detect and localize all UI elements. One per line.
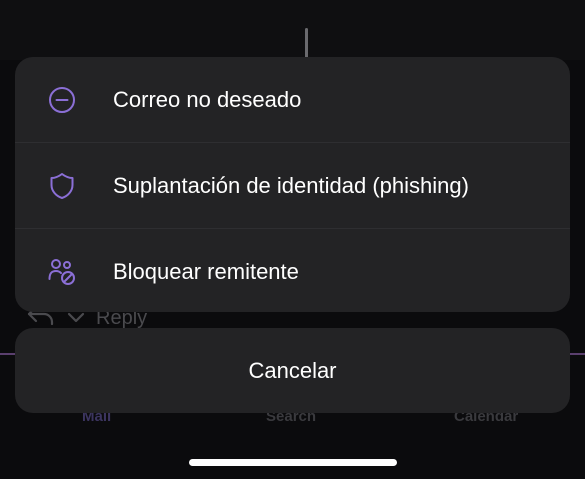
background-accent-line-left	[0, 353, 16, 355]
cancel-button[interactable]: Cancelar	[15, 328, 570, 413]
minus-circle-icon	[47, 85, 77, 115]
sheet-item-block-sender[interactable]: Bloquear remitente	[15, 228, 570, 312]
action-sheet: Correo no deseado Suplantación de identi…	[15, 57, 570, 312]
background-accent-line-right	[569, 353, 585, 355]
shield-icon	[47, 171, 77, 201]
background-header	[0, 0, 585, 60]
block-person-icon	[47, 257, 77, 287]
sheet-item-phishing[interactable]: Suplantación de identidad (phishing)	[15, 142, 570, 228]
sheet-item-label: Correo no deseado	[113, 86, 302, 112]
sheet-item-junk[interactable]: Correo no deseado	[15, 57, 570, 142]
sheet-item-label: Suplantación de identidad (phishing)	[113, 172, 469, 198]
home-indicator[interactable]	[189, 459, 397, 466]
sheet-item-label: Bloquear remitente	[113, 258, 299, 284]
